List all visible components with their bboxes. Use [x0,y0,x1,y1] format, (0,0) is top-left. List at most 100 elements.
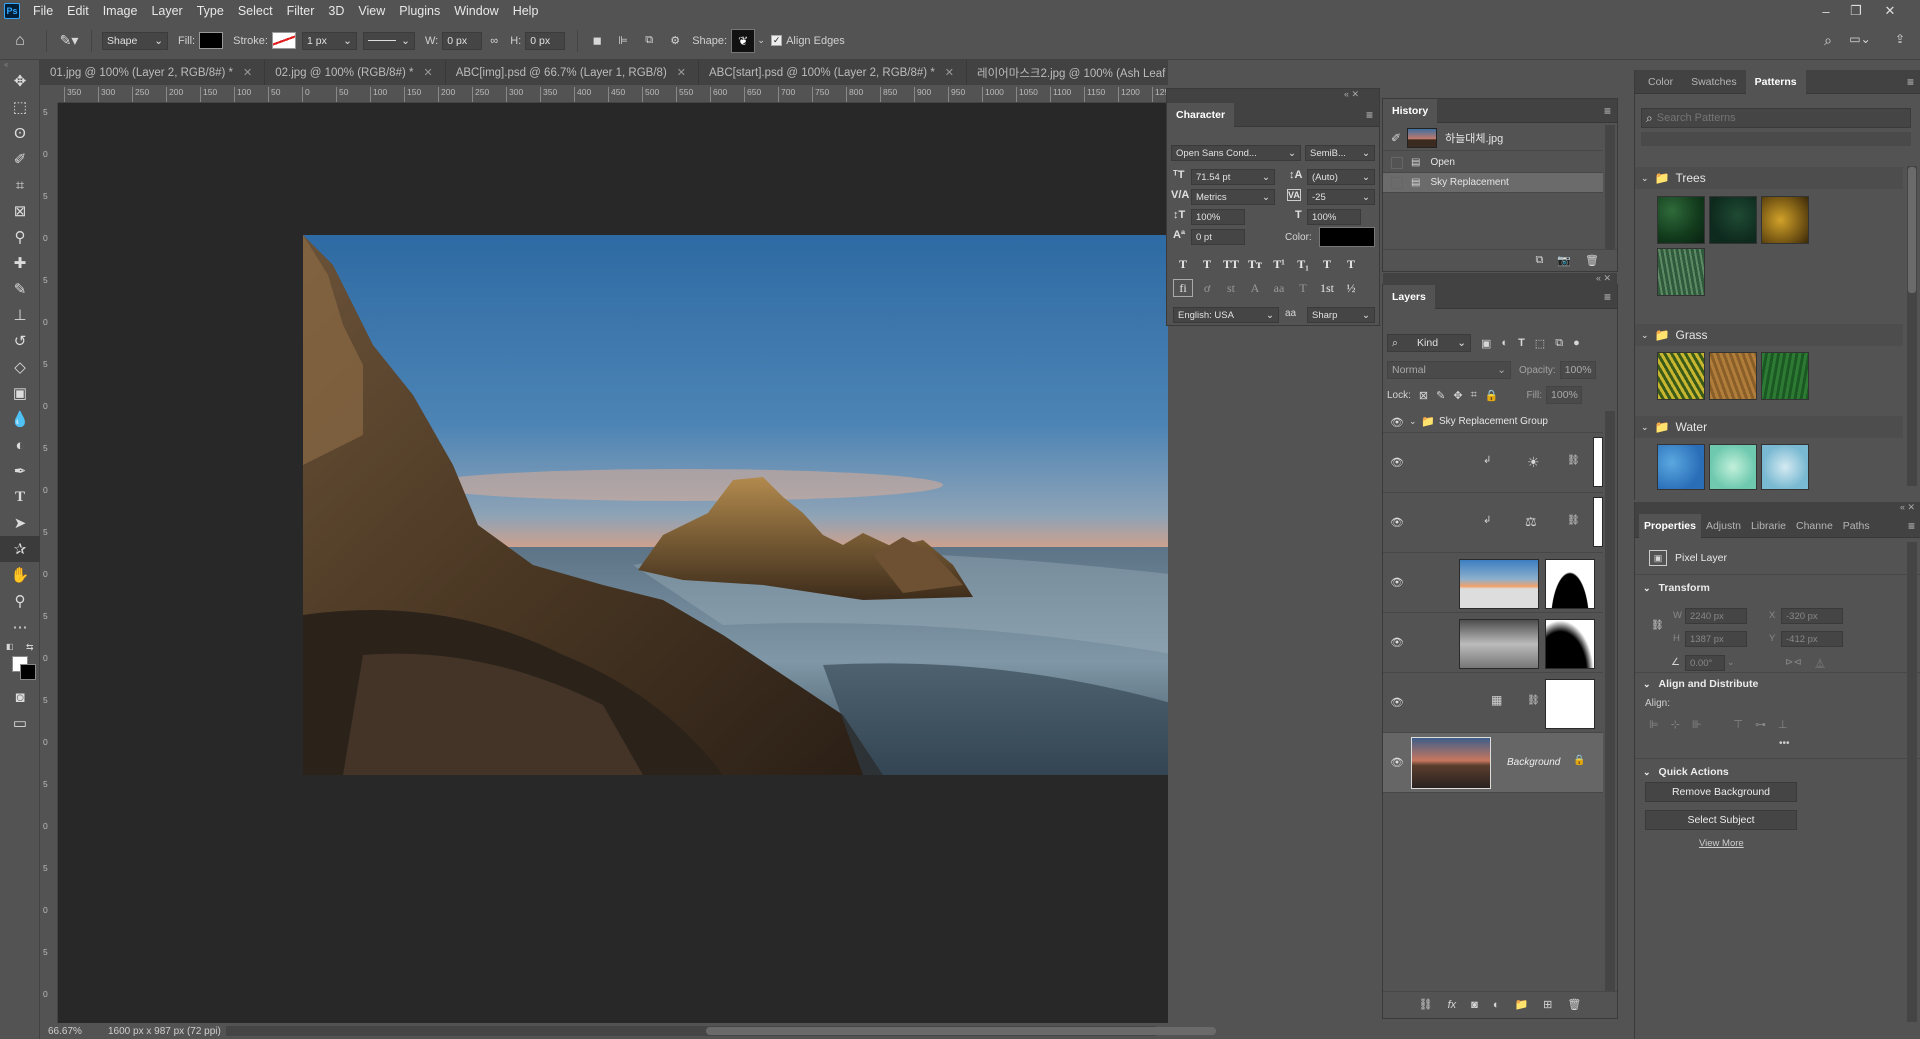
pattern-search-field[interactable]: ⌕ [1641,108,1911,128]
layer-mask-thumbnail[interactable] [1545,679,1595,729]
history-source-box[interactable] [1391,176,1403,189]
pattern-swatch[interactable] [1657,352,1705,400]
align-left-icon[interactable]: ⊫ [1649,718,1659,731]
lock-transparent-icon[interactable]: ⊠ [1419,389,1428,402]
history-state[interactable]: ▤ Open [1383,153,1603,173]
path-alignment-icon[interactable]: ⊫ [610,34,636,47]
fill-input[interactable]: 100% [1546,386,1583,404]
menu-edit[interactable]: Edit [60,0,96,22]
freeform-pen-icon[interactable]: ✎▾ [53,32,85,49]
stroke-width-select[interactable]: 1 px ⌄ [301,31,357,50]
chevron-down-icon[interactable]: ⌄ [1727,657,1735,668]
view-more-link[interactable]: View More [1699,838,1744,849]
opentype-button[interactable]: aa [1269,279,1289,297]
marquee-tool-icon[interactable]: ⬚ [0,94,40,120]
collapse-handle[interactable]: « [0,60,39,69]
panel-menu-icon[interactable]: ≡ [1366,108,1373,122]
layers-scrollbar[interactable] [1605,411,1615,991]
align-right-icon[interactable]: ⊪ [1692,718,1702,731]
transform-width-input[interactable]: 2240 px [1685,608,1747,624]
pattern-swatch[interactable] [1761,352,1809,400]
swap-colors-icon[interactable]: ⇆ [26,642,34,653]
remove-background-button[interactable]: Remove Background [1645,782,1797,802]
pattern-swatch[interactable] [1657,196,1705,244]
pattern-swatch[interactable] [1709,352,1757,400]
tab-paths[interactable]: Paths [1838,514,1875,538]
adjustment-filter-icon[interactable]: ◐ [1501,337,1508,349]
history-scrollbar[interactable] [1605,125,1615,249]
layer-mask-thumbnail[interactable] [1593,437,1603,487]
font-family-select[interactable]: Open Sans Cond... ⌄ [1171,145,1301,161]
history-source-box[interactable] [1391,156,1403,169]
horizontal-scrollbar[interactable] [226,1026,1216,1036]
type-tool-icon[interactable]: T [0,484,40,510]
scrollbar-thumb[interactable] [1908,167,1916,293]
move-tool-icon[interactable]: ✥ [0,68,40,94]
opentype-button[interactable]: 1st [1317,279,1337,297]
new-group-icon[interactable]: 📁 [1514,998,1528,1011]
lock-artboard-icon[interactable]: ⌗ [1471,389,1477,402]
fx-icon[interactable]: fx [1448,999,1457,1011]
flip-vertical-icon[interactable]: ⏅ [1815,655,1825,670]
menu-filter[interactable]: Filter [280,0,322,22]
layer-row[interactable]: 👁 [1383,613,1603,673]
history-state[interactable]: ▤ Sky Replacement [1383,173,1603,193]
antialias-select[interactable]: Sharp ⌄ [1307,307,1375,323]
width-input[interactable]: 0 px [442,31,483,50]
layer-mask-thumbnail[interactable] [1545,559,1595,609]
quick-actions-section-title[interactable]: ⌄ Quick Actions [1643,766,1729,778]
select-subject-button[interactable]: Select Subject [1645,810,1797,830]
document-tab[interactable]: 01.jpg @ 100% (Layer 2, RGB/8#) * ✕ [40,60,266,85]
transform-section-title[interactable]: ⌄ Transform [1643,582,1710,594]
layer-row[interactable]: 👁 [1383,553,1603,613]
eraser-tool-icon[interactable]: ◇ [0,354,40,380]
clone-stamp-tool-icon[interactable]: ⊥ [0,302,40,328]
pattern-swatch[interactable] [1657,444,1705,490]
blur-tool-icon[interactable]: 💧 [0,406,40,432]
panel-collapse-icon[interactable]: « ✕ [1383,273,1617,285]
align-bottom-icon[interactable]: ⊥ [1778,718,1788,731]
type-filter-icon[interactable]: T [1518,337,1525,349]
new-layer-icon[interactable]: ⊞ [1543,998,1552,1011]
text-style-button[interactable]: Tт [1245,255,1265,273]
background-color-swatch[interactable] [20,664,36,680]
pattern-search-input[interactable] [1656,112,1887,124]
panel-collapse-icon[interactable]: « ✕ [1167,89,1379,103]
share-icon[interactable]: ⇪ [1890,32,1910,46]
crop-tool-icon[interactable]: ⌗ [0,172,40,198]
panel-menu-icon[interactable]: ≡ [1604,104,1611,118]
new-document-from-state-icon[interactable]: ⧉ [1535,254,1543,267]
tab-character[interactable]: Character [1167,102,1235,127]
camera-icon[interactable]: 📷 [1557,254,1571,267]
fill-swatch[interactable] [199,32,224,49]
menu-window[interactable]: Window [447,0,505,22]
pattern-swatch[interactable] [1761,444,1809,490]
brush-tool-icon[interactable]: ✎ [0,276,40,302]
vertical-ruler[interactable]: 5 0 5 0 5 0 5 0 5 0 5 0 5 0 5 0 5 0 5 0 5 0 [40,103,58,1023]
close-icon[interactable]: ✕ [945,66,954,79]
pixel-filter-icon[interactable]: ▣ [1481,337,1491,350]
home-icon[interactable]: ⌂ [0,32,40,50]
tab-channe[interactable]: Channe [1791,514,1838,538]
lock-position-icon[interactable]: ✥ [1453,389,1462,402]
panel-collapse-icon[interactable]: « ✕ [1635,502,1920,514]
transform-x-input[interactable]: -320 px [1781,608,1843,624]
vertical-scale-input[interactable]: 100% [1191,209,1245,225]
add-mask-icon[interactable]: ◙ [1471,999,1478,1011]
document-tab[interactable]: ABC[start].psd @ 100% (Layer 2, RGB/8#) … [699,60,968,85]
path-operations-icon[interactable]: ◼ [584,34,610,47]
tab-adjustn[interactable]: Adjustn [1701,514,1746,538]
panel-menu-icon[interactable]: ≡ [1604,290,1611,304]
filter-toggle-icon[interactable]: ● [1573,337,1580,349]
text-style-button[interactable]: T [1341,255,1361,273]
close-icon[interactable]: ✕ [677,66,686,79]
pattern-swatch[interactable] [1761,196,1809,244]
search-icon[interactable]: ⌕ [1818,32,1838,49]
gear-icon[interactable]: ⚙ [662,34,688,47]
align-top-icon[interactable]: ⊤ [1733,718,1743,731]
transform-y-input[interactable]: -412 px [1781,631,1843,647]
restore-button[interactable]: ❐ [1842,0,1870,22]
menu-image[interactable]: Image [96,0,145,22]
font-size-input[interactable]: 71.54 pt ⌄ [1191,169,1275,185]
pattern-group-water[interactable]: ⌄ 📁 Water [1635,416,1903,438]
